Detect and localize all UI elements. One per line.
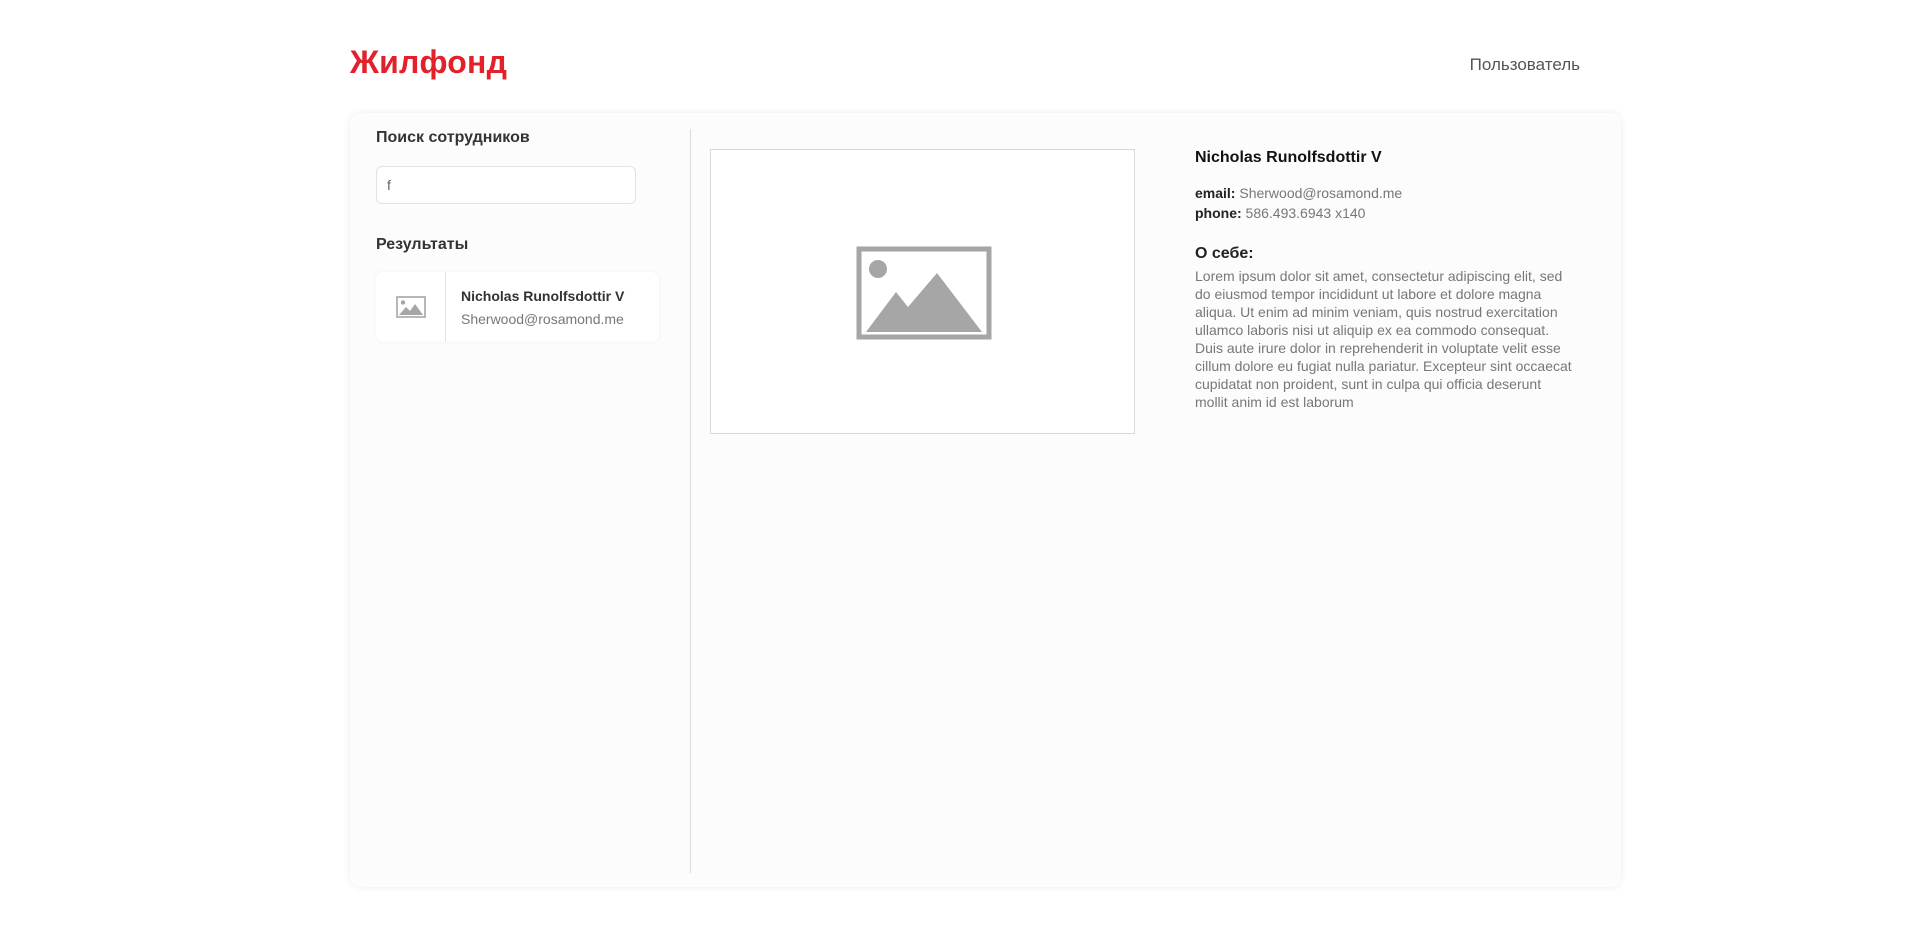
page: Жилфонд Пользователь Поиск сотрудников Р… [0,0,1919,935]
image-placeholder-icon [396,296,426,318]
user-menu-link[interactable]: Пользователь [1470,55,1580,75]
result-list-item[interactable]: Nicholas Runolfsdottir V Sherwood@rosamo… [376,272,659,342]
main-card: Поиск сотрудников Результаты Nicholas Ru… [350,113,1621,887]
sidebar: Поиск сотрудников Результаты Nicholas Ru… [350,113,690,887]
phone-row: phone: 586.493.6943 x140 [1195,203,1585,223]
header: Жилфонд Пользователь [350,40,1580,90]
email-label: email: [1195,185,1236,201]
image-placeholder-icon [856,246,992,340]
phone-value: 586.493.6943 x140 [1245,205,1366,221]
about-title: О себе: [1195,245,1254,262]
email-row: email: Sherwood@rosamond.me [1195,183,1585,203]
employee-name: Nicholas Runolfsdottir V [1195,149,1382,166]
logo[interactable]: Жилфонд [350,44,507,81]
results-title: Результаты [376,236,469,253]
panel-divider [690,129,691,873]
employee-details: Nicholas Runolfsdottir V email: Sherwood… [1195,149,1585,411]
search-input[interactable] [376,166,636,204]
phone-label: phone: [1195,205,1242,221]
result-email: Sherwood@rosamond.me [461,311,624,327]
result-name: Nicholas Runolfsdottir V [461,288,625,304]
result-thumbnail [376,272,446,342]
about-text: Lorem ipsum dolor sit amet, consectetur … [1195,268,1572,410]
employee-photo [710,149,1135,434]
search-title: Поиск сотрудников [376,129,530,146]
email-value: Sherwood@rosamond.me [1239,185,1403,201]
